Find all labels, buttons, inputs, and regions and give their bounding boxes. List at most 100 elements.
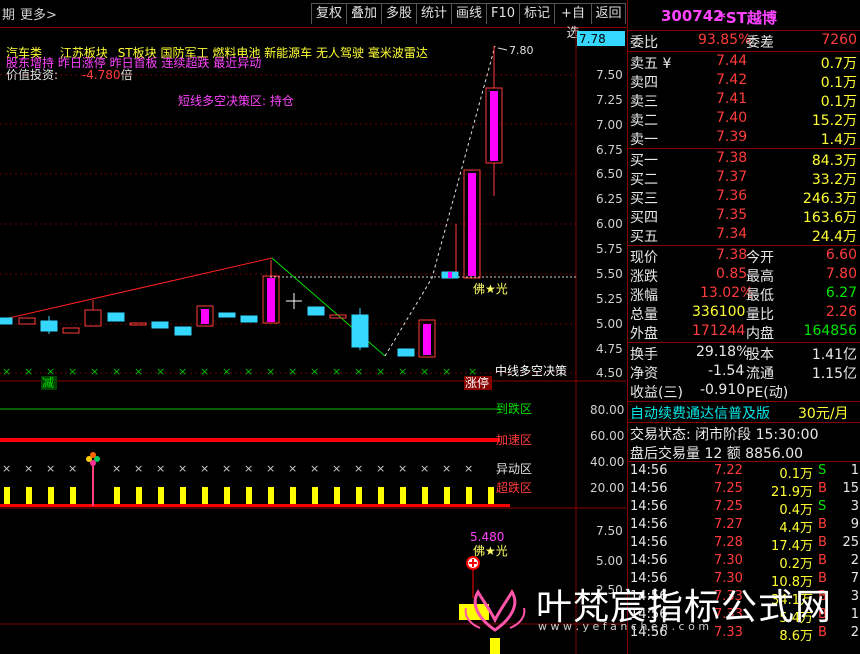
zone-label: 超跌区 bbox=[496, 480, 532, 495]
watermark-logo-icon bbox=[464, 589, 526, 632]
sell-row[interactable]: 卖二 7.40 15.2万 bbox=[628, 110, 860, 129]
f10-button[interactable]: F10 bbox=[486, 3, 520, 24]
promo-row[interactable]: 自动续费通达信普及版 30元/月 bbox=[628, 403, 860, 422]
sell-row[interactable]: 卖四 7.42 0.1万 bbox=[628, 72, 860, 91]
multi-stock-button[interactable]: 多股 bbox=[381, 3, 417, 24]
period-menu[interactable]: 期 bbox=[2, 4, 15, 23]
fuquan-button[interactable]: 复权 bbox=[311, 3, 347, 24]
svg-text:×: × bbox=[24, 365, 33, 378]
candle bbox=[240, 315, 258, 323]
more-menu[interactable]: 更多> bbox=[20, 4, 57, 23]
svg-text:×: × bbox=[24, 462, 33, 475]
tag-jian: 减 bbox=[42, 376, 54, 390]
candle bbox=[18, 317, 36, 325]
promo-price[interactable]: 30元/月 bbox=[798, 403, 849, 423]
buy-row[interactable]: 买五 7.34 24.4万 bbox=[628, 226, 860, 245]
svg-text:×: × bbox=[442, 365, 451, 378]
price-axis-label: 5.50 bbox=[596, 267, 623, 281]
price-axis-label: 4.75 bbox=[596, 342, 623, 356]
svg-text:×: × bbox=[112, 462, 121, 475]
category-label: 新能源车 bbox=[264, 46, 313, 60]
buy-row[interactable]: 买一 7.38 84.3万 bbox=[628, 150, 860, 169]
svg-text:×: × bbox=[2, 365, 11, 378]
svg-text:×: × bbox=[222, 462, 231, 475]
zone-label: 到跌区 bbox=[496, 401, 532, 416]
quote-row: 总量 336100 量比 2.26 bbox=[630, 304, 857, 323]
svg-text:×: × bbox=[2, 462, 11, 475]
stock-header: 300742 *ST越博 bbox=[628, 7, 860, 29]
svg-text:×: × bbox=[178, 462, 187, 475]
svg-text:×: × bbox=[178, 365, 187, 378]
price-axis-label: 6.00 bbox=[596, 217, 623, 231]
tick-row: 14:56 7.30 0.2万 B 2 bbox=[630, 553, 859, 572]
buy-row[interactable]: 买四 7.35 163.6万 bbox=[628, 207, 860, 226]
watermark-url: w w w . y e f a n c h e n . c o m bbox=[538, 620, 710, 633]
quote-row: 现价 7.38 今开 6.60 bbox=[630, 247, 857, 266]
fundamental-row: 换手 29.18% 股本 1.41亿 bbox=[630, 344, 857, 363]
price-axis-label: 5.75 bbox=[596, 242, 623, 256]
svg-text:×: × bbox=[134, 365, 143, 378]
back-button[interactable]: 返回 bbox=[591, 3, 626, 24]
svg-text:×: × bbox=[354, 365, 363, 378]
promo-text[interactable]: 自动续费通达信普及版 bbox=[630, 403, 770, 423]
buy-row[interactable]: 买三 7.36 246.3万 bbox=[628, 188, 860, 207]
price-axis-label: 7.00 bbox=[596, 118, 623, 132]
svg-text:×: × bbox=[200, 365, 209, 378]
svg-text:×: × bbox=[200, 462, 209, 475]
bottom-axis-label: 5.00 bbox=[596, 554, 623, 568]
sell-row[interactable]: 卖五 ¥ 7.44 0.7万 bbox=[628, 53, 860, 72]
quote-row: 涨跌 0.85 最高 7.80 bbox=[630, 266, 857, 285]
svg-text:×: × bbox=[68, 462, 77, 475]
svg-text:×: × bbox=[90, 365, 99, 378]
quote-row: 外盘 171244 内盘 164856 bbox=[630, 323, 857, 342]
svg-text:×: × bbox=[156, 462, 165, 475]
price-axis-label: 6.25 bbox=[596, 192, 623, 206]
candle bbox=[129, 322, 147, 326]
watermark: 叶梵宸指标公式网 w w w . y e f a n c h e n . c o… bbox=[460, 570, 860, 654]
mid-strategy-label: 中线多空决策 bbox=[495, 363, 567, 378]
signal-markers: × × × × × × × × × × × × × × × × × × × × × × bbox=[2, 365, 477, 378]
svg-text:×: × bbox=[244, 365, 253, 378]
mark-button[interactable]: 标记 bbox=[519, 3, 555, 24]
svg-text:×: × bbox=[222, 365, 231, 378]
candle bbox=[151, 321, 169, 329]
price-axis-label: 6.50 bbox=[596, 167, 623, 181]
value-number: -4.780 bbox=[81, 68, 121, 82]
svg-text:×: × bbox=[156, 365, 165, 378]
candlestick-chart[interactable]: 7.78 7.50 7.25 7.00 6.75 6.50 6.25 6.00 … bbox=[0, 28, 626, 654]
svg-text:×: × bbox=[288, 462, 297, 475]
mid-axis-label: 40.00 bbox=[590, 455, 624, 469]
price-axis-label: 5.00 bbox=[596, 317, 623, 331]
buy-row[interactable]: 买二 7.37 33.2万 bbox=[628, 169, 860, 188]
svg-text:×: × bbox=[332, 462, 341, 475]
tick-row: 14:56 7.25 21.9万 B 15 bbox=[630, 481, 859, 500]
svg-text:×: × bbox=[398, 462, 407, 475]
draw-line-button[interactable]: 画线 bbox=[451, 3, 487, 24]
sell-row[interactable]: 卖一 7.39 1.4万 bbox=[628, 129, 860, 148]
svg-text:×: × bbox=[420, 365, 429, 378]
candle bbox=[107, 312, 125, 322]
svg-text:×: × bbox=[266, 462, 275, 475]
zone-label: 加速区 bbox=[496, 433, 532, 447]
tick-row: 14:56 7.28 17.4万 B 25 bbox=[630, 535, 859, 554]
trend-line-dashed bbox=[384, 45, 496, 357]
value-unit: 倍 bbox=[120, 68, 133, 82]
bottom-buddha-label: 佛★光 bbox=[473, 544, 508, 558]
svg-text:×: × bbox=[288, 365, 297, 378]
trade-status-row: 交易状态: 闭市阶段 15:30:00 bbox=[630, 427, 819, 443]
svg-text:×: × bbox=[46, 462, 55, 475]
svg-text:×: × bbox=[376, 462, 385, 475]
svg-text:×: × bbox=[398, 365, 407, 378]
price-axis: 7.50 7.25 7.00 6.75 6.50 6.25 6.00 5.75 … bbox=[596, 68, 623, 380]
svg-text:×: × bbox=[266, 365, 275, 378]
candle bbox=[62, 327, 80, 334]
overlay-button[interactable]: 叠加 bbox=[346, 3, 382, 24]
candle bbox=[174, 326, 192, 336]
buddha-label: 佛★光 bbox=[473, 282, 508, 296]
sell-row[interactable]: 卖三 7.41 0.1万 bbox=[628, 91, 860, 110]
statistics-button[interactable]: 统计 bbox=[416, 3, 452, 24]
add-watchlist-button[interactable]: +自选 bbox=[554, 3, 592, 41]
price-axis-label: 4.50 bbox=[596, 366, 623, 380]
candle bbox=[218, 312, 236, 318]
candle bbox=[397, 348, 415, 357]
